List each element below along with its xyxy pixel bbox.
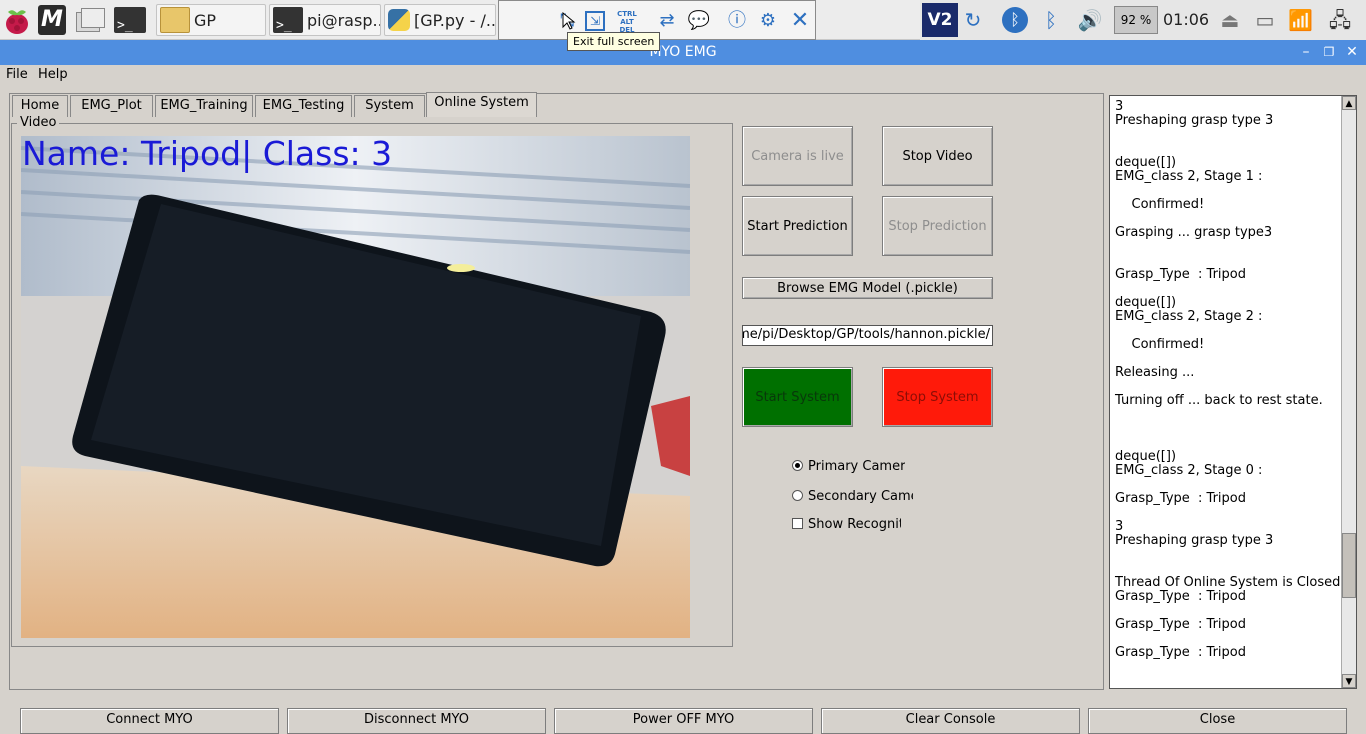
screen-icon[interactable]: ▭: [1250, 7, 1280, 33]
terminal-launcher-icon[interactable]: >_: [114, 7, 146, 33]
minimize-icon[interactable]: –: [1296, 42, 1316, 62]
python-icon: [388, 9, 410, 31]
window-title: MYO EMG: [649, 44, 717, 60]
tab-emg-plot[interactable]: EMG_Plot: [70, 95, 153, 117]
tab-emg-testing[interactable]: EMG_Testing: [255, 95, 352, 117]
close-icon[interactable]: ✕: [788, 9, 812, 33]
vnc-server-icon[interactable]: V2: [922, 3, 958, 37]
primary-camera-radio[interactable]: Primary Camera: [792, 459, 905, 474]
connect-myo-button[interactable]: Connect MYO: [20, 708, 279, 734]
start-prediction-button[interactable]: Start Prediction: [742, 196, 853, 256]
scrollbar-thumb[interactable]: [1342, 533, 1356, 599]
show-recognition-label: Show Recognition: [808, 517, 901, 532]
taskbar-window-label: pi@rasp...: [307, 10, 381, 30]
browse-model-button[interactable]: Browse EMG Model (.pickle): [742, 277, 993, 299]
checkbox-indicator: [792, 518, 803, 529]
console-text: 3 Preshaping grasp type 3 deque([]) EMG_…: [1115, 99, 1341, 660]
secondary-camera-radio[interactable]: Secondary Camera: [792, 489, 913, 504]
eject-icon[interactable]: ⏏: [1218, 7, 1242, 33]
primary-camera-label: Primary Camera: [808, 459, 905, 474]
show-recognition-checkbox[interactable]: Show Recognition: [792, 517, 901, 532]
taskbar-window-terminal[interactable]: >_ pi@rasp...: [269, 4, 381, 36]
battery-indicator[interactable]: 92 %: [1114, 6, 1158, 34]
terminal-icon: >_: [273, 7, 303, 33]
power-off-myo-button[interactable]: Power OFF MYO: [554, 708, 813, 734]
menu-help[interactable]: Help: [38, 67, 68, 82]
tooltip: Exit full screen: [567, 32, 661, 51]
stop-video-button[interactable]: Stop Video: [882, 126, 993, 186]
window-titlebar[interactable]: MYO EMG – ❐ ✕: [0, 40, 1366, 65]
menu-file[interactable]: File: [6, 67, 28, 82]
mathematica-icon[interactable]: M: [38, 5, 66, 35]
tab-emg-training[interactable]: EMG_Training: [155, 95, 253, 117]
window-close-icon[interactable]: ✕: [1342, 42, 1362, 62]
transfer-icon[interactable]: ⇄: [655, 9, 679, 33]
scroll-up-icon[interactable]: ▲: [1342, 96, 1356, 110]
scale-icon[interactable]: ⇲: [585, 11, 605, 31]
file-manager-icon[interactable]: [76, 8, 106, 34]
stop-prediction-button[interactable]: Stop Prediction: [882, 196, 993, 256]
tab-system[interactable]: System: [354, 95, 425, 117]
model-path-input[interactable]: /home/pi/Desktop/GP/tools/hannon.pickle: [742, 325, 993, 346]
start-system-button[interactable]: Start System: [742, 367, 853, 427]
close-button[interactable]: Close: [1088, 708, 1347, 734]
mouse-cursor: [562, 11, 576, 30]
camera-live-button[interactable]: Camera is live: [742, 126, 853, 186]
tab-home[interactable]: Home: [12, 95, 68, 117]
tab-online-system[interactable]: Online System: [426, 92, 537, 117]
chat-icon[interactable]: 💬: [687, 9, 711, 33]
camera-overlay-label: Name: Tripod| Class: 3: [22, 134, 393, 173]
disconnect-myo-button[interactable]: Disconnect MYO: [287, 708, 546, 734]
taskbar-window-label: GP: [194, 10, 217, 30]
folder-icon: [160, 7, 190, 33]
stop-system-button[interactable]: Stop System: [882, 367, 993, 427]
video-group-label: Video: [17, 115, 60, 130]
settings-icon[interactable]: ⚙: [756, 9, 780, 33]
radio-indicator: [792, 490, 803, 501]
maximize-icon[interactable]: ❐: [1319, 42, 1339, 62]
ctrl-alt-del-icon[interactable]: CTRL ALT DEL: [613, 10, 641, 34]
taskbar: M >_ GP >_ pi@rasp... [GP.py - /... M ⤡ …: [0, 0, 1366, 40]
radio-indicator: [792, 460, 803, 471]
console-output[interactable]: 3 Preshaping grasp type 3 deque([]) EMG_…: [1109, 95, 1357, 689]
raspberry-menu-icon[interactable]: [2, 4, 32, 36]
secondary-camera-label: Secondary Camera: [808, 489, 913, 504]
updater-icon[interactable]: ↻: [962, 7, 984, 33]
camera-frame-image: [21, 136, 690, 638]
wifi-icon[interactable]: 📶: [1288, 7, 1313, 33]
model-path-value: /home/pi/Desktop/GP/tools/hannon.pickle: [742, 327, 990, 342]
menubar: File Help: [0, 65, 1366, 87]
taskbar-window-python[interactable]: [GP.py - /...: [384, 4, 496, 36]
bluetooth-icon[interactable]: ᛒ: [1040, 7, 1062, 33]
scroll-down-icon[interactable]: ▼: [1342, 674, 1356, 688]
info-icon[interactable]: ⓘ: [725, 9, 749, 33]
network-icon[interactable]: 🖧: [1318, 7, 1362, 33]
bottom-button-bar: Connect MYO Disconnect MYO Power OFF MYO…: [0, 700, 1366, 734]
volume-icon[interactable]: 🔊: [1075, 7, 1105, 33]
bluetooth-vnc-icon[interactable]: ᛒ: [1002, 7, 1028, 33]
taskbar-window-gp[interactable]: GP: [156, 4, 266, 36]
camera-feed: [21, 136, 690, 638]
clock[interactable]: 01:06: [1163, 10, 1209, 29]
clear-console-button[interactable]: Clear Console: [821, 708, 1080, 734]
taskbar-window-label: [GP.py - /...: [414, 10, 496, 30]
console-scrollbar[interactable]: ▲ ▼: [1341, 96, 1356, 688]
